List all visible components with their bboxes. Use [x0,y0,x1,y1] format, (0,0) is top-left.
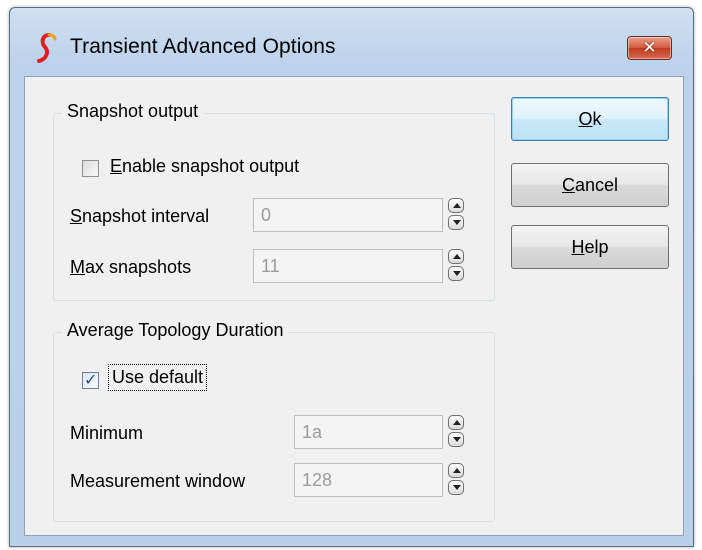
max-snapshots-field[interactable] [253,249,443,283]
minimum-field[interactable] [294,415,443,449]
close-icon: ✕ [642,38,657,57]
max-snapshots-spinner[interactable] [448,249,464,282]
measurement-window-input[interactable] [295,464,442,496]
snapshot-interval-input[interactable] [254,199,442,231]
average-topology-legend: Average Topology Duration [62,320,289,341]
snapshot-interval-field[interactable] [253,198,443,232]
average-topology-group: Average Topology Duration ✓ Use default … [53,320,495,522]
snapshot-output-group: Snapshot output Enable snapshot output S… [53,101,495,301]
spin-down-icon[interactable] [448,432,464,447]
help-button[interactable]: Help [511,225,669,269]
checkmark-icon: ✓ [84,372,98,389]
ok-button[interactable]: Ok [511,97,669,141]
use-default-label[interactable]: Use default [108,364,208,391]
spin-down-icon[interactable] [448,266,464,281]
enable-snapshot-label[interactable]: Enable snapshot output [110,156,299,177]
spin-up-icon[interactable] [448,249,464,264]
max-snapshots-input[interactable] [254,250,442,282]
spin-down-icon[interactable] [448,215,464,230]
window-title: Transient Advanced Options [70,35,336,58]
snapshot-interval-spinner[interactable] [448,198,464,231]
snapshot-output-legend: Snapshot output [62,101,204,122]
app-logo-icon [37,33,57,63]
minimum-input[interactable] [295,416,442,448]
spin-up-icon[interactable] [448,463,464,478]
dialog-window: Transient Advanced Options ✕ Snapshot ou… [9,7,694,547]
measurement-window-label: Measurement window [70,471,246,491]
measurement-window-field[interactable] [294,463,443,497]
cancel-button[interactable]: Cancel [511,163,669,207]
use-default-checkbox[interactable]: ✓ [82,372,99,389]
dialog-client-area: Snapshot output Enable snapshot output S… [24,76,684,536]
minimum-label: Minimum [70,423,144,443]
spin-down-icon[interactable] [448,480,464,495]
max-snapshots-label: Max snapshots [70,257,192,277]
spin-up-icon[interactable] [448,198,464,213]
enable-snapshot-checkbox[interactable] [82,160,99,177]
minimum-spinner[interactable] [448,415,464,448]
snapshot-interval-label: Snapshot interval [70,206,210,226]
close-button[interactable]: ✕ [627,36,672,60]
measurement-window-spinner[interactable] [448,463,464,496]
title-bar[interactable]: Transient Advanced Options ✕ [10,8,693,78]
spin-up-icon[interactable] [448,415,464,430]
